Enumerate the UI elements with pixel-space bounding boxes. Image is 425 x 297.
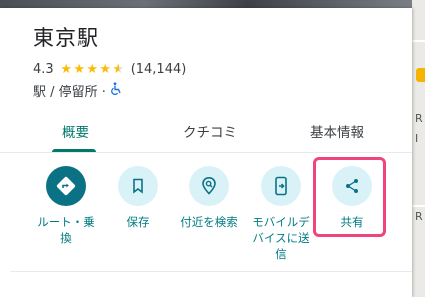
map-road bbox=[412, 205, 425, 207]
send-to-phone-label: モバイルデ バイスに送 信 bbox=[252, 215, 310, 261]
map-label: R bbox=[415, 112, 423, 125]
place-tabs: 概要 クチコミ 基本情報 bbox=[0, 112, 412, 153]
half-star-icon: ★ bbox=[112, 62, 125, 77]
search-nearby-label: 付近を検索 bbox=[180, 215, 238, 229]
directions-icon bbox=[46, 166, 86, 206]
star-icon: ★ bbox=[86, 62, 99, 77]
map-label: R bbox=[415, 210, 423, 223]
review-count-link[interactable]: (14,144) bbox=[131, 62, 187, 77]
tab-reviews[interactable]: クチコミ bbox=[183, 121, 237, 141]
map-pin-icon[interactable] bbox=[416, 68, 425, 82]
save-label: 保存 bbox=[126, 215, 150, 229]
place-photo-strip bbox=[0, 0, 412, 8]
tab-about[interactable]: 基本情報 bbox=[310, 121, 364, 141]
nearby-search-icon bbox=[189, 166, 229, 206]
map-road bbox=[412, 40, 425, 42]
star-icon: ★ bbox=[73, 62, 86, 77]
category-row: 駅 / 停留所 · bbox=[33, 81, 122, 100]
place-title: 東京駅 bbox=[33, 26, 99, 50]
wheelchair-accessible-icon bbox=[110, 82, 122, 99]
directions-button[interactable]: ルート・乗 換 bbox=[31, 166, 101, 246]
place-category: 駅 / 停留所 · bbox=[33, 85, 106, 100]
tab-overview[interactable]: 概要 bbox=[62, 121, 89, 141]
star-rating: ★ ★ ★ ★ ★ bbox=[60, 63, 125, 76]
send-to-phone-button[interactable]: モバイルデ バイスに送 信 bbox=[246, 166, 316, 262]
bookmark-icon bbox=[118, 166, 158, 206]
search-nearby-button[interactable]: 付近を検索 bbox=[174, 166, 244, 230]
send-to-phone-icon bbox=[261, 166, 301, 206]
map-canvas[interactable] bbox=[412, 0, 425, 297]
star-icon: ★ bbox=[99, 62, 112, 77]
star-icon: ★ bbox=[60, 62, 73, 77]
save-button[interactable]: 保存 bbox=[103, 166, 173, 230]
share-highlight-annotation bbox=[313, 157, 386, 237]
map-label: I bbox=[415, 132, 419, 145]
directions-label: ルート・乗 換 bbox=[37, 215, 95, 245]
section-divider bbox=[10, 271, 412, 272]
rating-row: 4.3 ★ ★ ★ ★ ★ (14,144) bbox=[33, 62, 186, 77]
rating-value: 4.3 bbox=[33, 62, 54, 77]
